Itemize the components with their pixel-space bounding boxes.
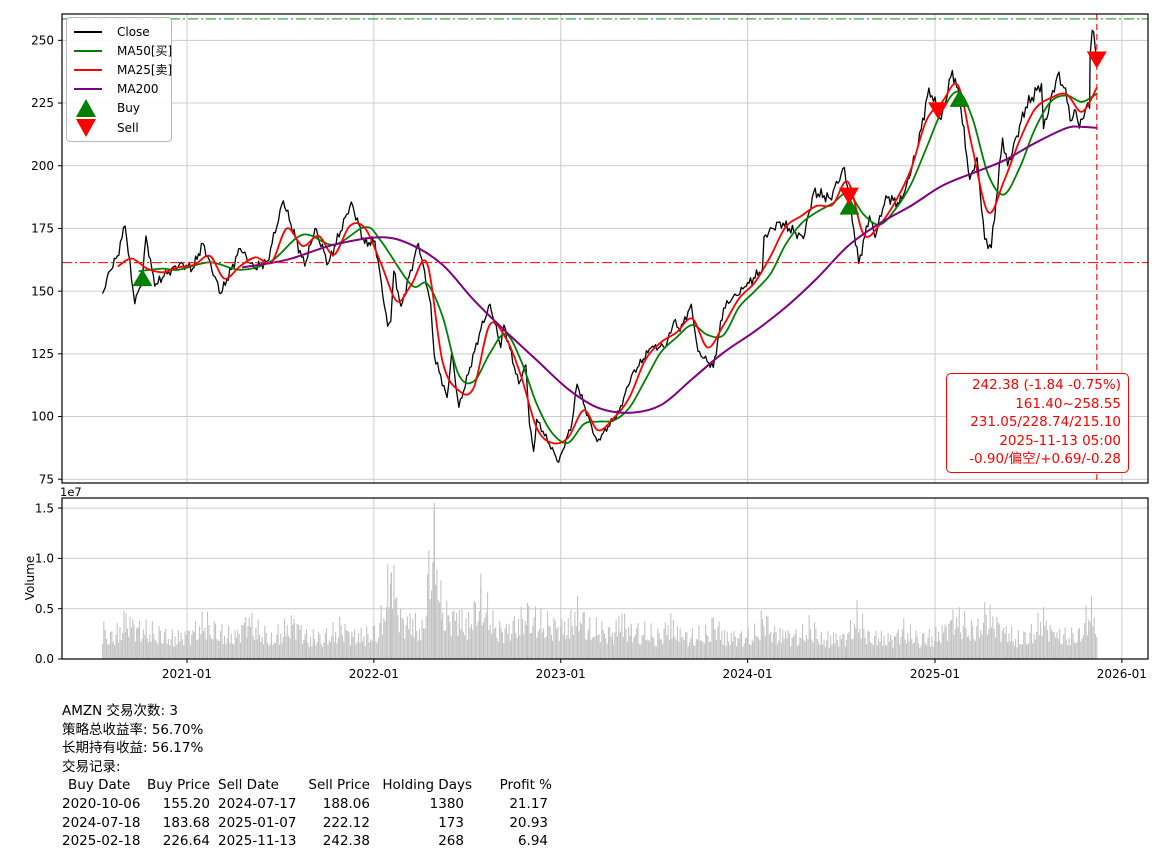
table-cell: 222.12	[300, 814, 370, 833]
x-tick-label: 2024-01	[723, 667, 773, 681]
legend-item: MA200	[74, 80, 171, 99]
table-cell: 2024-07-18	[62, 814, 146, 833]
table-cell: Profit %	[472, 776, 552, 795]
buy-marker	[132, 269, 152, 286]
table-cell: 173	[370, 814, 472, 833]
table-cell: Buy Price	[146, 776, 210, 795]
price-y-tick-label: 150	[31, 284, 54, 298]
volume-y-tick-label: 1.5	[35, 501, 54, 515]
table-cell: 21.17	[472, 795, 552, 814]
summary-line: 交易记录:	[62, 758, 552, 777]
price-y-tick-label: 250	[31, 34, 54, 48]
table-cell: 183.68	[146, 814, 210, 833]
price-y-tick-label: 75	[39, 472, 54, 486]
volume-bars	[102, 503, 1097, 659]
legend-item-label: Close	[117, 25, 150, 39]
table-cell: 2025-01-07	[210, 814, 300, 833]
info-box-line: 242.38 (-1.84 -0.75%)	[953, 376, 1121, 395]
volume-y-tick-label: 0.0	[35, 652, 54, 666]
table-cell: 6.94	[472, 832, 552, 851]
table-cell: 2025-02-18	[62, 832, 146, 851]
legend-line-swatch	[74, 50, 102, 52]
legend-line-swatch	[74, 88, 102, 90]
table-cell: 226.64	[146, 832, 210, 851]
sell-marker-icon	[76, 119, 96, 137]
volume-y-tick-label: 1.0	[35, 552, 54, 566]
axis-tick-labels: 75 100 125 150 175 200 225 250 0.0 0.5 1.0 1.5 2021-…	[31, 34, 1147, 681]
price-y-tick-label: 100	[31, 410, 54, 424]
figure-canvas: 75 100 125 150 175 200 225 250 0.0 0.5 1.0 1.5 2021-…	[0, 0, 1154, 857]
legend-item-label: MA50[买]	[117, 42, 172, 59]
price-y-tick-label: 225	[31, 96, 54, 110]
x-tick-label: 2021-01	[162, 667, 212, 681]
table-cell: 155.20	[146, 795, 210, 814]
legend-item-label: MA200	[117, 82, 158, 96]
legend-line-swatch	[74, 31, 102, 33]
trade-table-row: 2024-07-18183.682025-01-07222.1217320.93	[62, 814, 552, 833]
buy-marker	[950, 90, 970, 107]
axis-ticks	[58, 40, 1122, 663]
trade-table-row: 2020-10-06155.202024-07-17188.06138021.1…	[62, 795, 552, 814]
trade-table-header: Buy DateBuy PriceSell DateSell PriceHold…	[62, 776, 552, 795]
legend-item: MA50[买]	[74, 41, 171, 60]
chart-legend: Close MA50[买] MA25[卖] MA200 Buy Sell	[66, 17, 172, 142]
x-tick-label: 2023-01	[536, 667, 586, 681]
info-box-line: 2025-11-13 05:00	[953, 432, 1121, 451]
last-bar-info-box: 242.38 (-1.84 -0.75%)161.40~258.55231.05…	[946, 373, 1129, 473]
trade-table-row: 2025-02-18226.642025-11-13242.382686.94	[62, 832, 552, 851]
table-cell: 2025-11-13	[210, 832, 300, 851]
table-cell: 242.38	[300, 832, 370, 851]
legend-line-swatch-box	[74, 50, 110, 52]
buy-marker-icon	[76, 99, 96, 117]
volume-y-tick-label: 0.5	[35, 602, 54, 616]
table-cell: 2024-07-17	[210, 795, 300, 814]
info-box-line: 231.05/228.74/215.10	[953, 413, 1121, 432]
legend-item-label: Sell	[117, 121, 139, 135]
table-cell: Sell Price	[300, 776, 370, 795]
legend-item: Sell	[74, 118, 171, 137]
price-y-tick-label: 175	[31, 222, 54, 236]
trade-markers	[132, 51, 1106, 286]
legend-item-label: MA25[卖]	[117, 61, 172, 78]
table-cell: 1380	[370, 795, 472, 814]
x-tick-label: 2022-01	[349, 667, 399, 681]
summary-line: AMZN 交易次数: 3	[62, 702, 552, 721]
legend-line-swatch-box	[74, 88, 110, 90]
volume-scale-offset: 1e7	[60, 485, 82, 499]
summary-line: 策略总收益率: 56.70%	[62, 721, 552, 740]
price-y-tick-label: 125	[31, 347, 54, 361]
legend-line-swatch-box	[74, 69, 110, 71]
table-cell: Sell Date	[210, 776, 300, 795]
legend-item-label: Buy	[117, 101, 140, 115]
summary-line: 长期持有收益: 56.17%	[62, 739, 552, 758]
table-cell: 188.06	[300, 795, 370, 814]
table-cell: 268	[370, 832, 472, 851]
legend-line-swatch-box	[74, 31, 110, 33]
table-cell: Holding Days	[370, 776, 472, 795]
info-box-line: 161.40~258.55	[953, 395, 1121, 414]
table-cell: Buy Date	[62, 776, 146, 795]
panel-frames	[62, 14, 1148, 659]
gridlines	[62, 14, 1148, 659]
legend-item: Close	[74, 22, 171, 41]
table-cell: 2020-10-06	[62, 795, 146, 814]
table-cell: 20.93	[472, 814, 552, 833]
legend-item: MA25[卖]	[74, 60, 171, 79]
legend-marker-swatch-box	[74, 119, 110, 137]
legend-item: Buy	[74, 99, 171, 118]
sell-marker	[928, 102, 948, 119]
info-box-line: -0.90/偏空/+0.69/-0.28	[953, 450, 1121, 469]
price-y-tick-label: 200	[31, 159, 54, 173]
legend-marker-swatch-box	[74, 99, 110, 117]
volume-axis-label: Volume	[0, 572, 60, 584]
x-tick-label: 2025-01	[910, 667, 960, 681]
x-tick-label: 2026-01	[1097, 667, 1147, 681]
strategy-summary: AMZN 交易次数: 3策略总收益率: 56.70%长期持有收益: 56.17%…	[62, 702, 552, 851]
legend-line-swatch	[74, 69, 102, 71]
